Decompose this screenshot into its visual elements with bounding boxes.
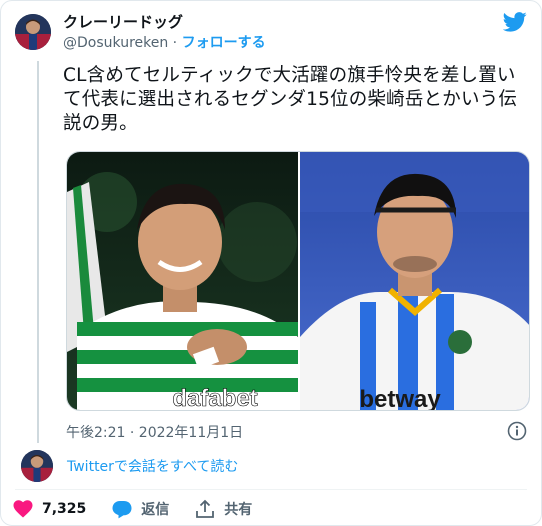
share-icon <box>196 499 215 518</box>
share-button[interactable]: 共有 <box>195 499 252 519</box>
sponsor-text-2: betway <box>359 386 441 411</box>
author-handle-row: @Dosukureken · フォローする <box>63 32 266 52</box>
read-conversation-link[interactable]: Twitterで会話をすべて読む <box>67 456 238 476</box>
author-name[interactable]: クレーリードッグ <box>63 11 183 32</box>
like-button[interactable]: 7,325 <box>13 500 86 518</box>
follow-button[interactable]: フォローする <box>182 35 266 51</box>
author-avatar[interactable] <box>15 14 51 50</box>
sponsor-text-1: dafabet <box>172 385 257 411</box>
action-bar: 7,325 返信 共有 <box>13 497 278 521</box>
share-label: 共有 <box>224 502 253 518</box>
twitter-bird-icon[interactable] <box>503 11 527 33</box>
reply-button[interactable]: 返信 <box>112 499 169 519</box>
author-handle[interactable]: @Dosukureken <box>63 35 168 51</box>
divider <box>15 489 527 490</box>
handle-separator: · <box>168 35 182 51</box>
reply-label: 返信 <box>141 502 170 518</box>
tweet-text: CL含めてセルティックで大活躍の旗手怜央を差し置いて代表に選出されるセグンダ15… <box>63 65 518 134</box>
like-count: 7,325 <box>42 501 87 517</box>
thread-line <box>37 61 39 443</box>
tweet-card: クレーリードッグ @Dosukureken · フォローする CL含めてセルティ… <box>0 0 542 526</box>
reply-bubble-icon <box>112 500 132 518</box>
tweet-timestamp[interactable]: 午後2:21 · 2022年11月1日 <box>66 422 243 442</box>
conversation-avatar[interactable] <box>21 450 53 482</box>
info-icon[interactable] <box>507 421 527 441</box>
tweet-media[interactable]: dafabet betway <box>66 151 530 411</box>
heart-icon <box>13 500 33 518</box>
tweet-image-2[interactable]: betway <box>300 152 529 411</box>
tweet-image-1[interactable]: dafabet <box>67 152 298 411</box>
